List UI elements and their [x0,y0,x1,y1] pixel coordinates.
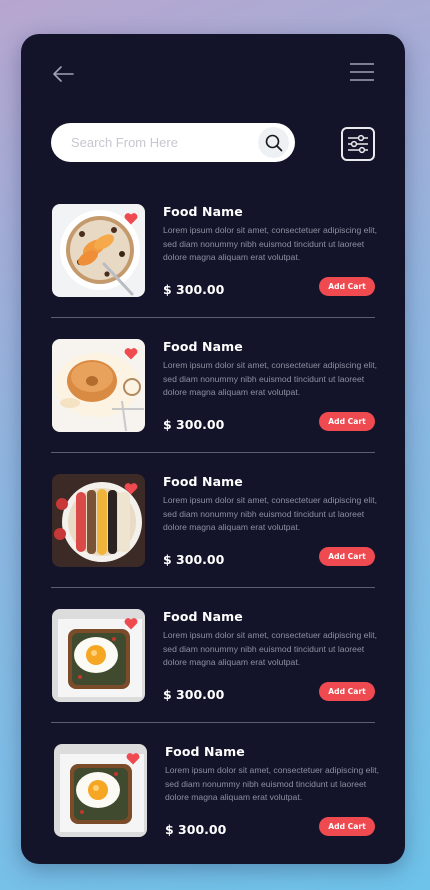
add-cart-button[interactable]: Add Cart [319,412,375,431]
food-name: Food Name [163,474,243,489]
add-cart-button[interactable]: Add Cart [319,682,375,701]
food-description: Lorem ipsum dolor sit amet, consectetuer… [165,765,379,802]
list-item[interactable]: Food Name Lorem ipsum dolor sit amet, co… [51,339,377,453]
heart-icon[interactable] [124,482,138,495]
bagel-plate-image[interactable] [52,339,145,432]
back-button[interactable] [51,64,75,84]
food-description: Lorem ipsum dolor sit amet, consectetuer… [163,225,377,262]
food-description: Lorem ipsum dolor sit amet, consectetuer… [163,360,377,397]
food-price: $ 300.00 [163,687,225,702]
add-cart-button[interactable]: Add Cart [319,547,375,566]
food-price: $ 300.00 [163,552,225,567]
sliders-icon [348,134,368,154]
food-price: $ 300.00 [163,417,225,432]
food-name: Food Name [165,744,245,759]
app-screen: Food Name Lorem ipsum dolor sit amet, co… [21,34,405,864]
food-name: Food Name [163,204,243,219]
product-list: Food Name Lorem ipsum dolor sit amet, co… [51,204,379,857]
food-name: Food Name [163,609,243,624]
food-price: $ 300.00 [165,822,227,837]
egg-toast-image[interactable] [54,744,147,837]
hamburger-icon [350,63,374,81]
search-button[interactable] [258,127,289,158]
heart-icon[interactable] [124,347,138,360]
heart-icon[interactable] [126,752,140,765]
filter-button[interactable] [341,127,375,161]
heart-icon[interactable] [124,212,138,225]
list-item[interactable]: Food Name Lorem ipsum dolor sit amet, co… [53,744,379,857]
smoothie-bowl-image[interactable] [52,474,145,567]
search-input[interactable] [71,123,251,162]
add-cart-button[interactable]: Add Cart [319,277,375,296]
egg-toast-image[interactable] [52,609,145,702]
list-item[interactable]: Food Name Lorem ipsum dolor sit amet, co… [51,609,377,723]
heart-icon[interactable] [124,617,138,630]
food-description: Lorem ipsum dolor sit amet, consectetuer… [163,630,377,667]
food-description: Lorem ipsum dolor sit amet, consectetuer… [163,495,377,532]
list-item[interactable]: Food Name Lorem ipsum dolor sit amet, co… [51,474,377,588]
oatmeal-bowl-image[interactable] [52,204,145,297]
arrow-left-icon [53,66,74,82]
list-item[interactable]: Food Name Lorem ipsum dolor sit amet, co… [51,204,377,318]
menu-button[interactable] [349,62,375,82]
food-price: $ 300.00 [163,282,225,297]
search-bar [51,123,295,162]
search-icon [265,134,282,151]
add-cart-button[interactable]: Add Cart [319,817,375,836]
food-name: Food Name [163,339,243,354]
